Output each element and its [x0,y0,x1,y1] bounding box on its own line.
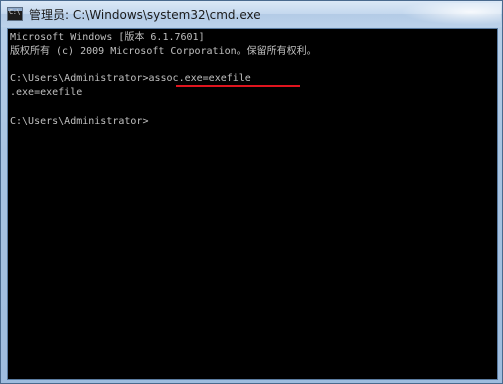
console-line-output: .exe=exefile [10,87,83,98]
console-line-command: C:\Users\Administrator>assoc.exe=exefile [10,73,251,84]
console-line-copyright: 版权所有 (c) 2009 Microsoft Corporation。保留所有… [10,46,317,57]
window-title: 管理员: C:\Windows\system32\cmd.exe [29,8,261,22]
cmd-icon-label: C:\ [9,8,21,16]
title-bar-glass [401,3,501,25]
command-highlight-underline [176,85,300,87]
cmd-window: C:\ 管理员: C:\Windows\system32\cmd.exe Mic… [0,0,503,384]
title-bar[interactable]: C:\ 管理员: C:\Windows\system32\cmd.exe [1,1,502,27]
console-line-version: Microsoft Windows [版本 6.1.7601] [10,32,205,43]
cmd-console-icon[interactable]: C:\ [7,7,23,21]
console-line-prompt: C:\Users\Administrator> [10,116,149,127]
console-output-area[interactable]: Microsoft Windows [版本 6.1.7601] 版权所有 (c)… [7,28,498,380]
